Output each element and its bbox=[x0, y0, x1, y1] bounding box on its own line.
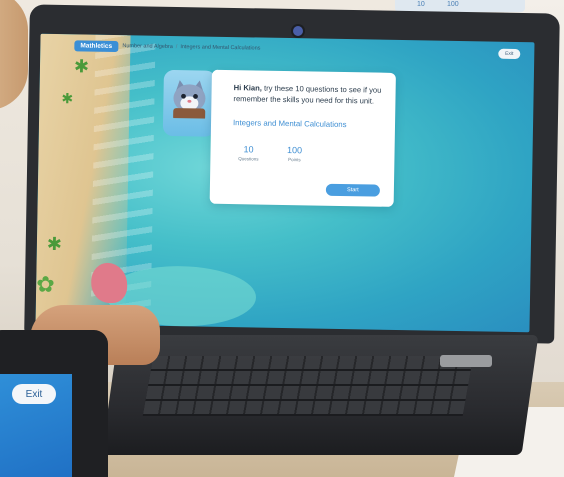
laptop-screen: ✱ ✱ ✱ ✿ Mathletics Number and Algebra / In… bbox=[35, 33, 535, 333]
unit-title: Integers and Mental Calculations bbox=[232, 118, 347, 130]
tablet-exit-button[interactable]: Exit bbox=[12, 384, 56, 404]
diagnostic-dialog: Hi Kian, try these 10 questions to see i… bbox=[209, 69, 396, 207]
background-screen-value: 100 bbox=[447, 1, 459, 8]
breadcrumb-item[interactable]: Number and Algebra bbox=[122, 43, 173, 50]
app-logo[interactable]: Mathletics bbox=[74, 40, 119, 53]
greeting-name: Hi Kian, bbox=[233, 83, 263, 93]
points-label: Points bbox=[288, 157, 301, 163]
webcam-icon bbox=[293, 26, 303, 36]
palm-icon: ✱ bbox=[61, 90, 74, 107]
questions-label: Questions bbox=[238, 156, 259, 162]
mascot-card bbox=[162, 69, 216, 137]
breadcrumb-separator: / bbox=[175, 44, 178, 51]
bush-icon: ✿ bbox=[35, 271, 55, 297]
keyboard-rows bbox=[142, 356, 474, 416]
exit-button[interactable]: Exit bbox=[498, 48, 521, 60]
breadcrumb: Number and Algebra / Integers and Mental C… bbox=[122, 43, 260, 51]
questions-stat: 10 Questions bbox=[228, 144, 268, 162]
greeting-text: Hi Kian, try these 10 questions to see i… bbox=[233, 82, 385, 107]
points-count: 100 bbox=[286, 145, 303, 156]
palm-icon: ✱ bbox=[73, 56, 90, 77]
breadcrumb-item: Integers and Mental Calculations bbox=[180, 44, 261, 52]
palm-icon: ✱ bbox=[46, 233, 63, 255]
questions-count: 10 bbox=[243, 144, 254, 155]
laptop-hinge bbox=[440, 355, 492, 367]
cat-mascot-icon bbox=[173, 80, 206, 119]
start-button[interactable]: Start bbox=[325, 183, 380, 197]
background-screen-value: 10 bbox=[417, 1, 425, 8]
photo-scene: 10 100 ✱ ✱ ✱ ✿ Mathletics Number and Alg… bbox=[0, 0, 564, 477]
child-head bbox=[0, 0, 28, 110]
points-stat: 100 Points bbox=[274, 145, 314, 163]
